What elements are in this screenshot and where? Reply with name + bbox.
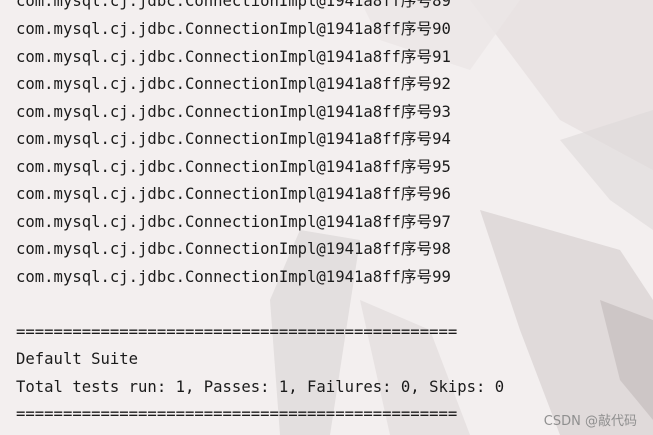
test-summary: Total tests run: 1, Passes: 1, Failures:… (16, 378, 505, 396)
csdn-watermark: CSDN @敲代码 (543, 414, 637, 429)
connection-line-89: com.mysql.cj.jdbc.ConnectionImpl@1941a8f… (16, 0, 451, 10)
suite-name: Default Suite (16, 350, 139, 368)
connection-line-90: com.mysql.cj.jdbc.ConnectionImpl@1941a8f… (16, 20, 451, 38)
connection-line-96: com.mysql.cj.jdbc.ConnectionImpl@1941a8f… (16, 185, 451, 203)
connection-line-93: com.mysql.cj.jdbc.ConnectionImpl@1941a8f… (16, 103, 451, 121)
connection-line-95: com.mysql.cj.jdbc.ConnectionImpl@1941a8f… (16, 158, 451, 176)
connection-line-94: com.mysql.cj.jdbc.ConnectionImpl@1941a8f… (16, 130, 451, 148)
connection-line-97: com.mysql.cj.jdbc.ConnectionImpl@1941a8f… (16, 213, 451, 231)
connection-line-98: com.mysql.cj.jdbc.ConnectionImpl@1941a8f… (16, 240, 451, 258)
console-output: com.mysql.cj.jdbc.ConnectionImpl@1941a8f… (0, 0, 653, 435)
connection-line-92: com.mysql.cj.jdbc.ConnectionImpl@1941a8f… (16, 75, 451, 93)
separator-top: ========================================… (16, 323, 458, 341)
separator-bottom: ========================================… (16, 405, 458, 423)
connection-line-99: com.mysql.cj.jdbc.ConnectionImpl@1941a8f… (16, 268, 451, 286)
connection-line-91: com.mysql.cj.jdbc.ConnectionImpl@1941a8f… (16, 48, 451, 66)
